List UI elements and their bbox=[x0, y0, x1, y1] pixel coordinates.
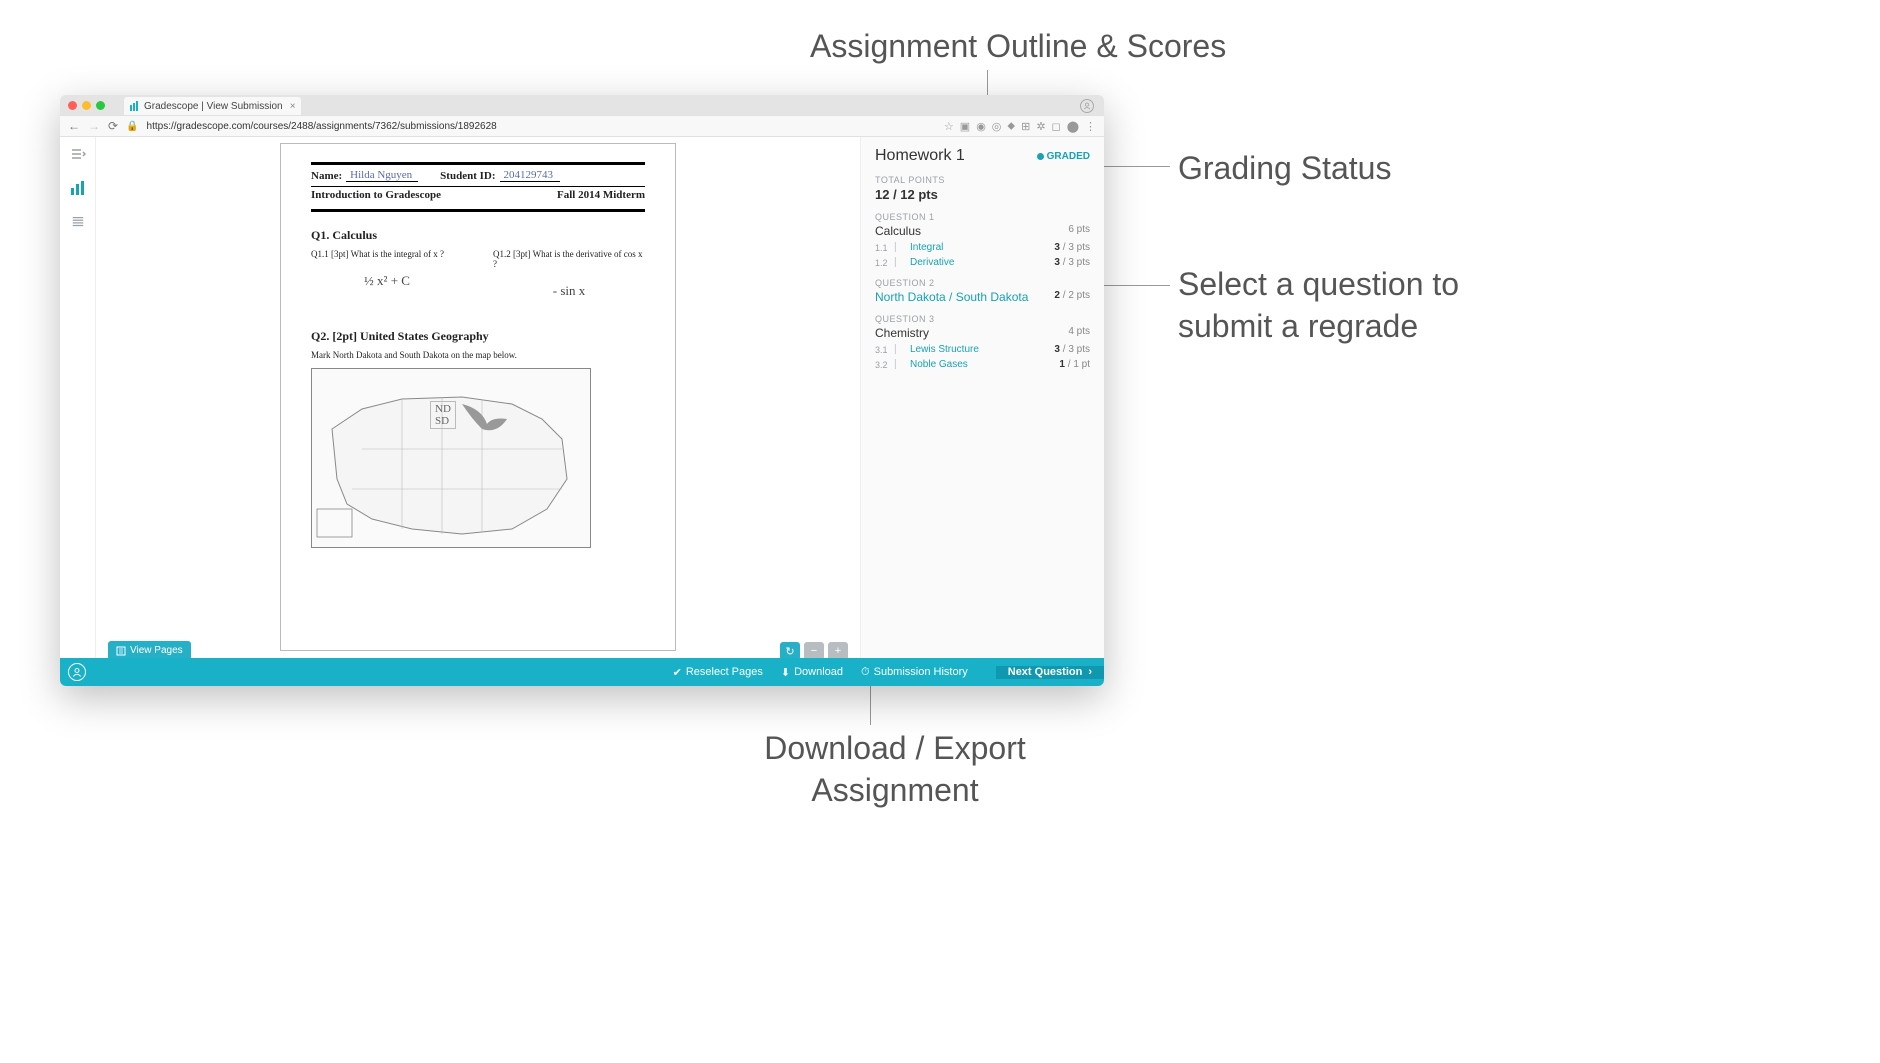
annotation-line bbox=[1098, 166, 1170, 167]
star-icon[interactable]: ☆ bbox=[944, 120, 954, 133]
q1-1-answer: ½ x² + C bbox=[311, 273, 463, 289]
ext-icon[interactable]: ⬥ bbox=[1007, 120, 1015, 133]
subquestion-row[interactable]: 1.1 ⎸ Integral 3 / 3 pts bbox=[875, 242, 1090, 253]
total-points-value: 12 / 12 pts bbox=[875, 187, 1090, 202]
assignment-title: Homework 1 bbox=[875, 147, 965, 165]
subq-num: 1.2 bbox=[875, 258, 895, 268]
close-dot[interactable] bbox=[68, 101, 77, 110]
subq-link[interactable]: Lewis Structure bbox=[910, 344, 1054, 355]
annotation-outline: Assignment Outline & Scores bbox=[810, 26, 1226, 68]
browser-tab[interactable]: Gradescope | View Submission bbox=[124, 97, 301, 115]
annotation-regrade: Select a question to submit a regrade bbox=[1178, 264, 1459, 347]
outline-panel: Homework 1 GRADED TOTAL POINTS 12 / 12 p… bbox=[860, 137, 1104, 686]
name-label: Name: bbox=[311, 170, 342, 182]
bookmark-icon: ⎸ bbox=[895, 257, 905, 268]
subquestion-row[interactable]: 3.1 ⎸ Lewis Structure 3 / 3 pts bbox=[875, 344, 1090, 355]
menu-icon[interactable]: ⋮ bbox=[1085, 120, 1096, 133]
ext-icon[interactable]: ⬤ bbox=[1067, 120, 1079, 133]
subq-link[interactable]: Noble Gases bbox=[910, 359, 1059, 370]
chevron-right-icon: › bbox=[1088, 666, 1092, 678]
q2-text: Mark North Dakota and South Dakota on th… bbox=[311, 350, 645, 360]
id-value: 204129743 bbox=[500, 169, 560, 182]
window-titlebar: Gradescope | View Submission bbox=[60, 95, 1104, 115]
grid-icon[interactable]: ⊞ bbox=[1021, 120, 1030, 133]
q1-name: Calculus bbox=[875, 224, 921, 238]
browser-window: Gradescope | View Submission ← → ⟳ 🔒 htt… bbox=[60, 95, 1104, 686]
address-bar: ← → ⟳ 🔒 https://gradescope.com/courses/2… bbox=[60, 115, 1104, 137]
q3-name: Chemistry bbox=[875, 326, 929, 340]
course-name: Introduction to Gradescope bbox=[311, 189, 441, 201]
browser-toolicons: ☆ ▣ ◉ ◎ ⬥ ⊞ ✲ ◻ ⬤ ⋮ bbox=[944, 120, 1096, 133]
annotation-download: Download / Export Assignment bbox=[755, 728, 1035, 811]
ext-icon[interactable]: ◻ bbox=[1052, 120, 1061, 133]
subq-num: 3.1 bbox=[875, 345, 895, 355]
question-row[interactable]: North Dakota / South Dakota 2 / 2 pts bbox=[875, 290, 1090, 304]
subq-num: 1.1 bbox=[875, 243, 895, 253]
q2-link[interactable]: North Dakota / South Dakota bbox=[875, 290, 1028, 304]
submission-page: Name: Hilda Nguyen Student ID: 204129743… bbox=[280, 143, 676, 651]
q1-label: QUESTION 1 bbox=[875, 212, 1090, 222]
ext-icon[interactable]: ◎ bbox=[992, 120, 1002, 133]
bookmark-icon: ⎸ bbox=[895, 359, 905, 370]
map-label-sd: SD bbox=[435, 415, 451, 427]
download-icon: ⬇ bbox=[781, 666, 790, 679]
next-question-button[interactable]: Next Question › bbox=[996, 666, 1104, 679]
graded-badge: GRADED bbox=[1037, 151, 1090, 162]
id-label: Student ID: bbox=[440, 170, 495, 182]
bars-icon bbox=[130, 101, 140, 111]
name-value: Hilda Nguyen bbox=[346, 169, 418, 182]
reselect-pages-button[interactable]: ✔ Reselect Pages bbox=[673, 666, 763, 679]
left-sidebar bbox=[60, 137, 96, 686]
term-name: Fall 2014 Midterm bbox=[557, 189, 645, 201]
q2-label: QUESTION 2 bbox=[875, 278, 1090, 288]
graded-text: GRADED bbox=[1047, 151, 1090, 162]
annotation-status: Grading Status bbox=[1178, 148, 1391, 190]
document-viewer: Name: Hilda Nguyen Student ID: 204129743… bbox=[96, 137, 860, 686]
clock-icon: ⏱ bbox=[861, 666, 870, 679]
user-avatar-icon[interactable] bbox=[68, 663, 86, 681]
download-button[interactable]: ⬇ Download bbox=[781, 666, 843, 679]
stats-icon[interactable] bbox=[69, 179, 87, 197]
q2-title: Q2. [2pt] United States Geography bbox=[311, 329, 645, 344]
maximize-dot[interactable] bbox=[96, 101, 105, 110]
q3-label: QUESTION 3 bbox=[875, 314, 1090, 324]
q1-2-answer: - sin x bbox=[493, 283, 645, 299]
url-text[interactable]: https://gradescope.com/courses/2488/assi… bbox=[147, 121, 936, 132]
forward-icon[interactable]: → bbox=[88, 119, 100, 133]
bookmark-icon: ⎸ bbox=[895, 242, 905, 253]
app-body: Name: Hilda Nguyen Student ID: 204129743… bbox=[60, 137, 1104, 686]
profile-icon[interactable] bbox=[1080, 99, 1094, 113]
subquestion-row[interactable]: 1.2 ⎸ Derivative 3 / 3 pts bbox=[875, 257, 1090, 268]
q1-title: Q1. Calculus bbox=[311, 228, 645, 243]
ext-icon[interactable]: ◉ bbox=[976, 120, 986, 133]
gear-icon[interactable]: ✲ bbox=[1036, 120, 1045, 133]
menu-toggle-icon[interactable] bbox=[69, 145, 87, 163]
subquestion-row[interactable]: 3.2 ⎸ Noble Gases 1 / 1 pt bbox=[875, 359, 1090, 370]
back-icon[interactable]: ← bbox=[68, 119, 80, 133]
us-map: ND SD bbox=[311, 368, 591, 548]
tab-title: Gradescope | View Submission bbox=[144, 101, 283, 112]
status-dot-icon bbox=[1037, 153, 1044, 160]
q1-pts: 6 pts bbox=[1068, 224, 1090, 238]
bookmark-icon: ⎸ bbox=[895, 344, 905, 355]
q1-1-text: Q1.1 [3pt] What is the integral of x ? bbox=[311, 249, 463, 259]
total-points-label: TOTAL POINTS bbox=[875, 175, 1090, 185]
q1-2-text: Q1.2 [3pt] What is the derivative of cos… bbox=[493, 249, 645, 269]
subq-link[interactable]: Derivative bbox=[910, 257, 1054, 268]
document-area[interactable]: Name: Hilda Nguyen Student ID: 204129743… bbox=[96, 137, 860, 686]
view-pages-label: View Pages bbox=[130, 645, 183, 656]
list-icon[interactable] bbox=[69, 213, 87, 231]
subq-num: 3.2 bbox=[875, 360, 895, 370]
subq-link[interactable]: Integral bbox=[910, 242, 1054, 253]
submission-history-button[interactable]: ⏱ Submission History bbox=[861, 666, 968, 679]
minimize-dot[interactable] bbox=[82, 101, 91, 110]
footer-bar: ✔ Reselect Pages ⬇ Download ⏱ Submission… bbox=[60, 658, 1104, 686]
lock-icon: 🔒 bbox=[126, 121, 138, 132]
q3-pts: 4 pts bbox=[1068, 326, 1090, 340]
check-icon: ✔ bbox=[673, 666, 682, 679]
map-label-nd: ND bbox=[435, 403, 451, 415]
cast-icon[interactable]: ▣ bbox=[960, 120, 970, 133]
reload-icon[interactable]: ⟳ bbox=[108, 119, 118, 133]
